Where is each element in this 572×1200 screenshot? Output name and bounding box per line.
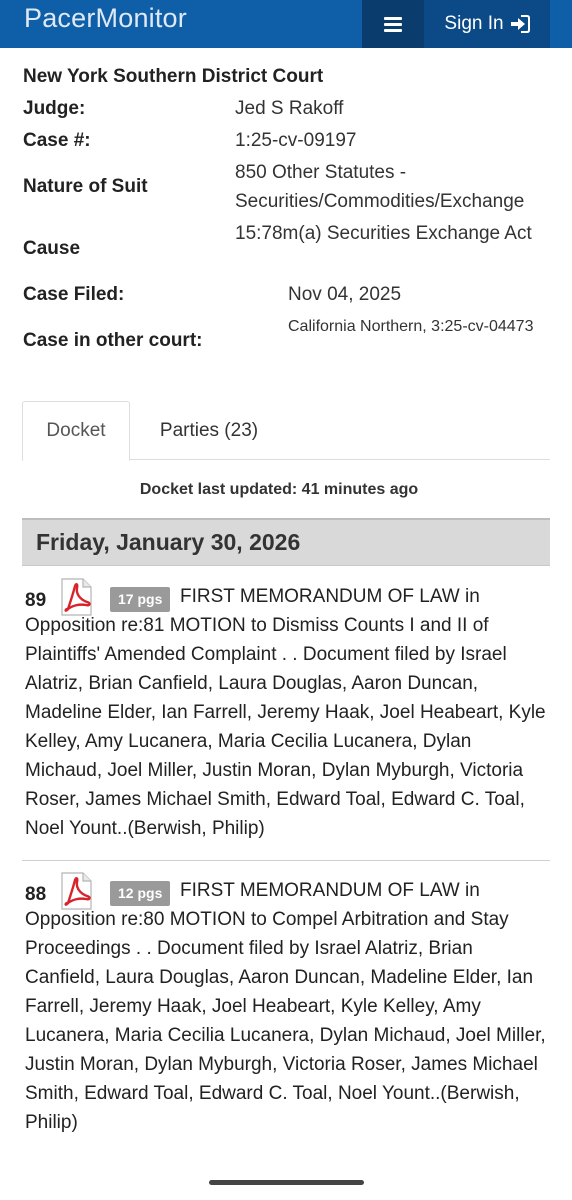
tab-docket[interactable]: Docket <box>22 401 130 461</box>
hamburger-icon <box>384 16 402 32</box>
case-filed-label: Case Filed: <box>23 284 125 305</box>
date-heading-bar: Friday, January 30, 2026 <box>22 518 550 566</box>
case-number-value: 1:25-cv-09197 <box>235 130 357 151</box>
tab-parties[interactable]: Parties (23) <box>142 401 276 460</box>
brand-logo[interactable]: PacerMonitor <box>24 3 187 34</box>
other-court-value[interactable]: California Northern, 3:25-cv-04473 <box>288 313 538 341</box>
page-count-badge: 17 pgs <box>110 587 171 612</box>
menu-button[interactable] <box>362 0 424 48</box>
sign-in-button[interactable]: Sign In <box>424 0 550 48</box>
pdf-file-icon[interactable] <box>57 872 95 910</box>
other-court-label: Case in other court: <box>23 330 203 351</box>
court-name: New York Southern District Court <box>23 66 324 87</box>
entry-description: FIRST MEMORANDUM OF LAW in Opposition re… <box>25 586 546 839</box>
sign-in-icon <box>510 15 530 33</box>
home-indicator[interactable] <box>209 1180 364 1185</box>
date-heading: Friday, January 30, 2026 <box>36 529 301 555</box>
case-filed-value: Nov 04, 2025 <box>288 284 402 305</box>
judge-value: Jed S Rakoff <box>235 98 344 119</box>
sign-in-label: Sign In <box>444 13 504 34</box>
pdf-file-icon[interactable] <box>57 578 95 616</box>
nature-of-suit-value: 850 Other Statutes - Securities/Commodit… <box>235 162 525 212</box>
case-number-label: Case #: <box>23 130 91 151</box>
entry-divider <box>22 860 550 861</box>
docket-entry: FIRST MEMORANDUM OF LAW in Opposition re… <box>22 576 550 856</box>
nature-of-suit-label: Nature of Suit <box>23 176 148 197</box>
top-navbar: PacerMonitor Sign In <box>0 0 572 48</box>
entry-description: FIRST MEMORANDUM OF LAW in Opposition re… <box>25 880 546 1133</box>
entry-number: 88 <box>25 884 47 905</box>
page-count-badge: 12 pgs <box>110 881 171 906</box>
cause-label: Cause <box>23 238 81 259</box>
docket-last-updated: Docket last updated: 41 minutes ago <box>139 481 419 498</box>
case-tabs: Docket Parties (23) <box>22 401 550 461</box>
judge-label: Judge: <box>23 98 86 119</box>
entry-number: 89 <box>25 590 47 611</box>
docket-entry: FIRST MEMORANDUM OF LAW in Opposition re… <box>22 870 550 1150</box>
cause-value: 15:78m(a) Securities Exchange Act <box>235 223 532 244</box>
